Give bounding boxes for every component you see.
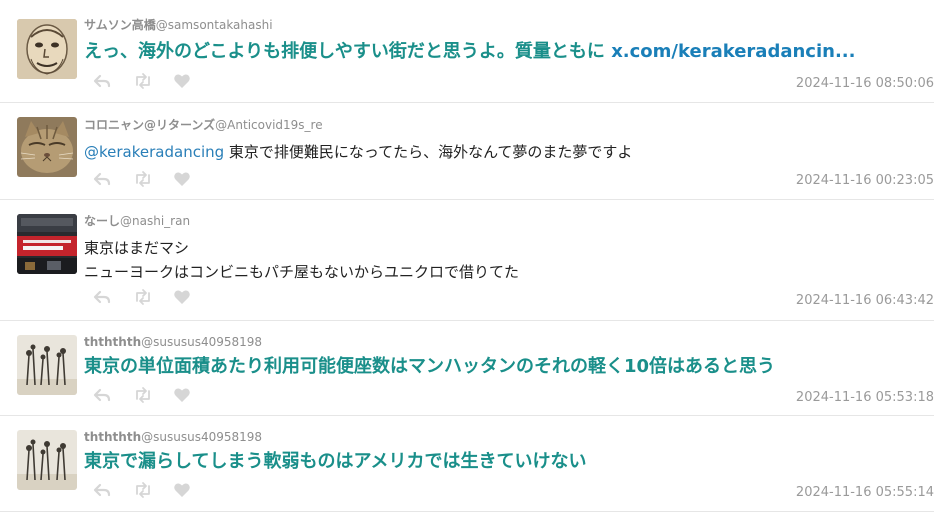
heart-icon <box>174 388 190 402</box>
tweet-text: 東京の単位面積あたり利用可能便座数はマンハッタンのそれの軽く10倍はあると思う <box>84 354 934 380</box>
tweet-text-line: 東京はまだマシ <box>84 239 190 257</box>
tweet-text-content: 東京で排便難民になってたら、海外なんて夢のまた夢ですよ <box>224 143 633 161</box>
like-button[interactable] <box>173 288 193 308</box>
timestamp[interactable]: 2024-11-16 05:53:18 <box>796 390 934 406</box>
reply-button[interactable] <box>93 288 113 308</box>
mention-link[interactable]: @kerakeradancing <box>84 143 224 161</box>
timestamp[interactable]: 2024-11-16 08:50:06 <box>796 76 934 92</box>
avatar-image <box>17 214 77 274</box>
retweet-icon <box>136 289 150 305</box>
reply-icon <box>93 74 111 88</box>
tweet-item: サムソン高橋@samsontakahashi えっ、海外のどこよりも排便しやすい… <box>0 0 934 103</box>
avatar-image <box>17 430 77 490</box>
tweet-header: thththth@sususus40958198 <box>84 429 262 444</box>
timestamp[interactable]: 2024-11-16 05:55:14 <box>796 485 934 501</box>
tweet-text: 東京はまだマシ ニューヨークはコンビニもパチ屋もないからユニクロで借りてた <box>84 236 934 284</box>
avatar-image <box>17 19 77 79</box>
avatar-image <box>17 117 77 177</box>
avatar[interactable] <box>17 214 77 274</box>
retweet-icon <box>136 387 150 403</box>
tweet-header: thththth@sususus40958198 <box>84 334 262 349</box>
user-handle[interactable]: @sususus40958198 <box>141 430 262 444</box>
avatar[interactable] <box>17 430 77 490</box>
user-handle[interactable]: @nashi_ran <box>120 214 190 228</box>
like-button[interactable] <box>173 481 193 501</box>
retweet-button[interactable] <box>133 170 153 190</box>
heart-icon <box>174 74 190 88</box>
like-button[interactable] <box>173 72 193 92</box>
tweet-item: コロニャン@リターンズ@Anticovid19s_re @kerakeradan… <box>0 103 934 200</box>
tweet-text: えっ、海外のどこよりも排便しやすい街だと思うよ。質量ともに x.com/kera… <box>84 39 934 65</box>
heart-icon <box>174 172 190 186</box>
display-name[interactable]: サムソン高橋 <box>84 18 156 32</box>
like-button[interactable] <box>173 170 193 190</box>
tweet-text-content: 東京の単位面積あたり利用可能便座数はマンハッタンのそれの軽く10倍はあると思う <box>84 356 776 377</box>
reply-icon <box>93 290 111 304</box>
tweet-item: thththth@sususus40958198 東京の単位面積あたり利用可能便… <box>0 321 934 416</box>
reply-button[interactable] <box>93 170 113 190</box>
tweet-header: なーし@nashi_ran <box>84 213 190 228</box>
tweet-feed: サムソン高橋@samsontakahashi えっ、海外のどこよりも排便しやすい… <box>0 0 941 517</box>
retweet-button[interactable] <box>133 386 153 406</box>
retweet-icon <box>136 171 150 187</box>
display-name[interactable]: thththth <box>84 430 141 444</box>
reply-button[interactable] <box>93 386 113 406</box>
tweet-item: thththth@sususus40958198 東京で漏らしてしまう軟弱ものは… <box>0 416 934 512</box>
retweet-icon <box>136 73 150 89</box>
tweet-header: サムソン高橋@samsontakahashi <box>84 17 273 32</box>
avatar[interactable] <box>17 335 77 395</box>
avatar[interactable] <box>17 117 77 177</box>
reply-button[interactable] <box>93 481 113 501</box>
reply-icon <box>93 483 111 497</box>
retweet-button[interactable] <box>133 72 153 92</box>
heart-icon <box>174 290 190 304</box>
tweet-item: なーし@nashi_ran 東京はまだマシ ニューヨークはコンビニもパチ屋もない… <box>0 200 934 321</box>
display-name[interactable]: なーし <box>84 214 120 228</box>
retweet-button[interactable] <box>133 481 153 501</box>
tweet-text-line: ニューヨークはコンビニもパチ屋もないからユニクロで借りてた <box>84 263 520 281</box>
avatar[interactable] <box>17 19 77 79</box>
timestamp[interactable]: 2024-11-16 06:43:42 <box>796 293 934 309</box>
reply-icon <box>93 172 111 186</box>
retweet-button[interactable] <box>133 288 153 308</box>
tweet-link[interactable]: x.com/kerakeradancin... <box>611 41 855 62</box>
tweet-header: コロニャン@リターンズ@Anticovid19s_re <box>84 117 323 132</box>
user-handle[interactable]: @sususus40958198 <box>141 335 262 349</box>
display-name[interactable]: コロニャン@リターンズ <box>84 118 215 132</box>
user-handle[interactable]: @samsontakahashi <box>156 18 273 32</box>
reply-button[interactable] <box>93 72 113 92</box>
display-name[interactable]: thththth <box>84 335 141 349</box>
retweet-icon <box>136 482 150 498</box>
avatar-image <box>17 335 77 395</box>
tweet-text-content: えっ、海外のどこよりも排便しやすい街だと思うよ。質量ともに <box>84 41 612 62</box>
tweet-text: @kerakeradancing 東京で排便難民になってたら、海外なんて夢のまた… <box>84 140 934 164</box>
tweet-text: 東京で漏らしてしまう軟弱ものはアメリカでは生きていけない <box>84 449 934 475</box>
timestamp[interactable]: 2024-11-16 00:23:05 <box>796 173 934 189</box>
like-button[interactable] <box>173 386 193 406</box>
reply-icon <box>93 388 111 402</box>
heart-icon <box>174 483 190 497</box>
user-handle[interactable]: @Anticovid19s_re <box>215 118 322 132</box>
tweet-text-content: 東京で漏らしてしまう軟弱ものはアメリカでは生きていけない <box>84 451 587 472</box>
